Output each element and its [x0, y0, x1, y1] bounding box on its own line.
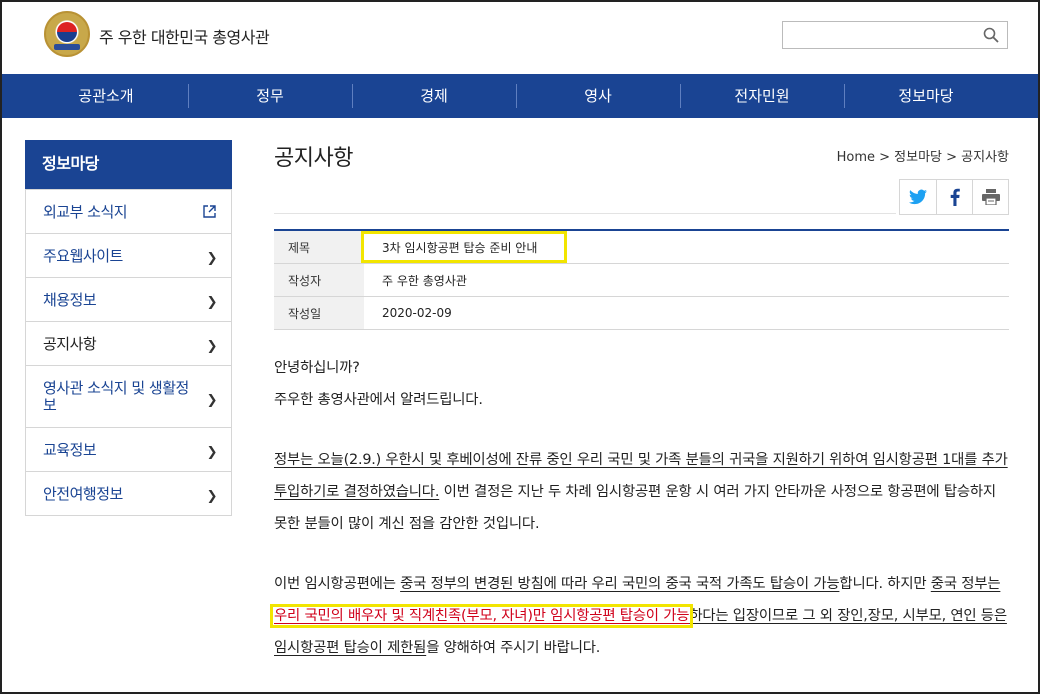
nav-item-economy[interactable]: 경제 — [352, 74, 516, 118]
sidebar-item-education[interactable]: 교육정보 ❯ — [26, 427, 231, 471]
post-meta-table: 제목 3차 임시항공편 탑승 준비 안내 작성자 주 우한 총영사관 작성일 2… — [274, 229, 1009, 330]
nav-item-about[interactable]: 공관소개 — [24, 74, 188, 118]
site-header: 주 우한 대한민국 총영사관 — [2, 2, 1038, 74]
underlined-text: 중국 정부의 변경된 방침에 따라 우리 국민의 중국 국적 가족도 탑승이 가… — [400, 576, 840, 592]
highlighted-red-text: 우리 국민의 배우자 및 직계친족(부모, 자녀)만 임시항공편 탑승이 가능 — [269, 604, 694, 628]
body-text: 이번 임시항공편에는 — [274, 576, 401, 592]
nav-item-info[interactable]: 정보마당 — [844, 74, 1008, 118]
site-title[interactable]: 주 우한 대한민국 총영사관 — [99, 24, 270, 48]
search-icon[interactable] — [983, 27, 999, 43]
facebook-icon — [950, 188, 960, 206]
sidebar-item-label: 안전여행정보 — [43, 485, 123, 503]
breadcrumb[interactable]: Home > 정보마당 > 공지사항 — [837, 146, 1009, 165]
share-toolbar — [899, 179, 1009, 215]
chevron-right-icon: ❯ — [206, 488, 218, 504]
external-link-icon — [203, 204, 216, 218]
meta-key: 제목 — [274, 231, 364, 263]
body-greeting: 안녕하십니까? — [274, 360, 360, 376]
page-title: 공지사항 — [274, 146, 353, 171]
print-button[interactable] — [972, 180, 1008, 214]
print-icon — [981, 189, 1000, 205]
post-date: 2020-02-09 — [382, 306, 452, 320]
meta-key: 작성일 — [274, 297, 364, 329]
chevron-right-icon: ❯ — [206, 294, 218, 310]
sidebar-item-websites[interactable]: 주요웹사이트 ❯ — [26, 233, 231, 277]
chevron-right-icon: ❯ — [206, 444, 218, 460]
emblem-band — [54, 44, 80, 50]
twitter-icon — [909, 189, 927, 205]
sidebar-item-label: 교육정보 — [43, 441, 97, 459]
sidebar-item-notices[interactable]: 공지사항 ❯ — [26, 321, 231, 365]
nav-item-politics[interactable]: 정무 — [188, 74, 352, 118]
chevron-right-icon: ❯ — [206, 392, 218, 408]
meta-row-date: 작성일 2020-02-09 — [274, 297, 1009, 330]
body-text: 을 양해하여 주시기 바랍니다. — [426, 640, 601, 656]
sidebar-title: 정보마당 — [25, 140, 232, 189]
sidebar-item-label: 주요웹사이트 — [43, 247, 123, 265]
consulate-emblem-logo[interactable] — [44, 11, 90, 57]
sidebar-item-consulate-news[interactable]: 영사관 소식지 및 생활정보 ❯ — [26, 365, 231, 427]
meta-key: 작성자 — [274, 264, 364, 296]
body-text: 합니다. 하지만 — [839, 576, 931, 592]
taegeuk-symbol — [57, 22, 77, 42]
sidebar-item-label: 외교부 소식지 — [43, 203, 128, 221]
search-input[interactable] — [782, 21, 1008, 49]
meta-row-author: 작성자 주 우한 총영사관 — [274, 264, 1009, 297]
chevron-right-icon: ❯ — [206, 250, 218, 266]
sidebar-item-label: 공지사항 — [43, 335, 97, 353]
body-intro: 주우한 총영사관에서 알려드립니다. — [274, 392, 483, 408]
sidebar-list: 외교부 소식지 주요웹사이트 ❯ 채용정보 ❯ 공지사항 ❯ 영사관 소식지 및… — [25, 189, 232, 516]
page-frame: 주 우한 대한민국 총영사관 공관소개 정무 경제 영사 전자민원 정보마당 정… — [0, 0, 1040, 694]
title-highlight-box — [361, 231, 567, 263]
share-divider — [274, 179, 896, 214]
sidebar-item-recruitment[interactable]: 채용정보 ❯ — [26, 277, 231, 321]
main-nav: 공관소개 정무 경제 영사 전자민원 정보마당 — [2, 74, 1038, 118]
sidebar: 정보마당 외교부 소식지 주요웹사이트 ❯ 채용정보 ❯ 공지사항 ❯ 영사관 … — [25, 140, 232, 516]
sidebar-item-travel-safety[interactable]: 안전여행정보 ❯ — [26, 471, 231, 515]
sidebar-item-label: 채용정보 — [43, 291, 97, 309]
chevron-right-icon: ❯ — [206, 338, 218, 354]
body-paragraph-1: 정부는 오늘(2.9.) 우한시 및 후베이성에 잔류 중인 우리 국민 및 가… — [274, 444, 1009, 540]
twitter-share-button[interactable] — [900, 180, 936, 214]
post-body: 안녕하십니까? 주우한 총영사관에서 알려드립니다. 정부는 오늘(2.9.) … — [269, 352, 1009, 664]
facebook-share-button[interactable] — [936, 180, 972, 214]
nav-item-consular[interactable]: 영사 — [516, 74, 680, 118]
sidebar-item-mofa-newsletter[interactable]: 외교부 소식지 — [26, 189, 231, 233]
sidebar-item-label: 영사관 소식지 및 생활정보 — [43, 378, 189, 414]
underlined-text: 중국 정부는 — [930, 576, 1001, 592]
nav-item-e-civil[interactable]: 전자민원 — [680, 74, 844, 118]
post-author: 주 우한 총영사관 — [382, 273, 467, 288]
body-paragraph-2: 이번 임시항공편에는 중국 정부의 변경된 방침에 따라 우리 국민의 중국 국… — [269, 568, 1009, 664]
